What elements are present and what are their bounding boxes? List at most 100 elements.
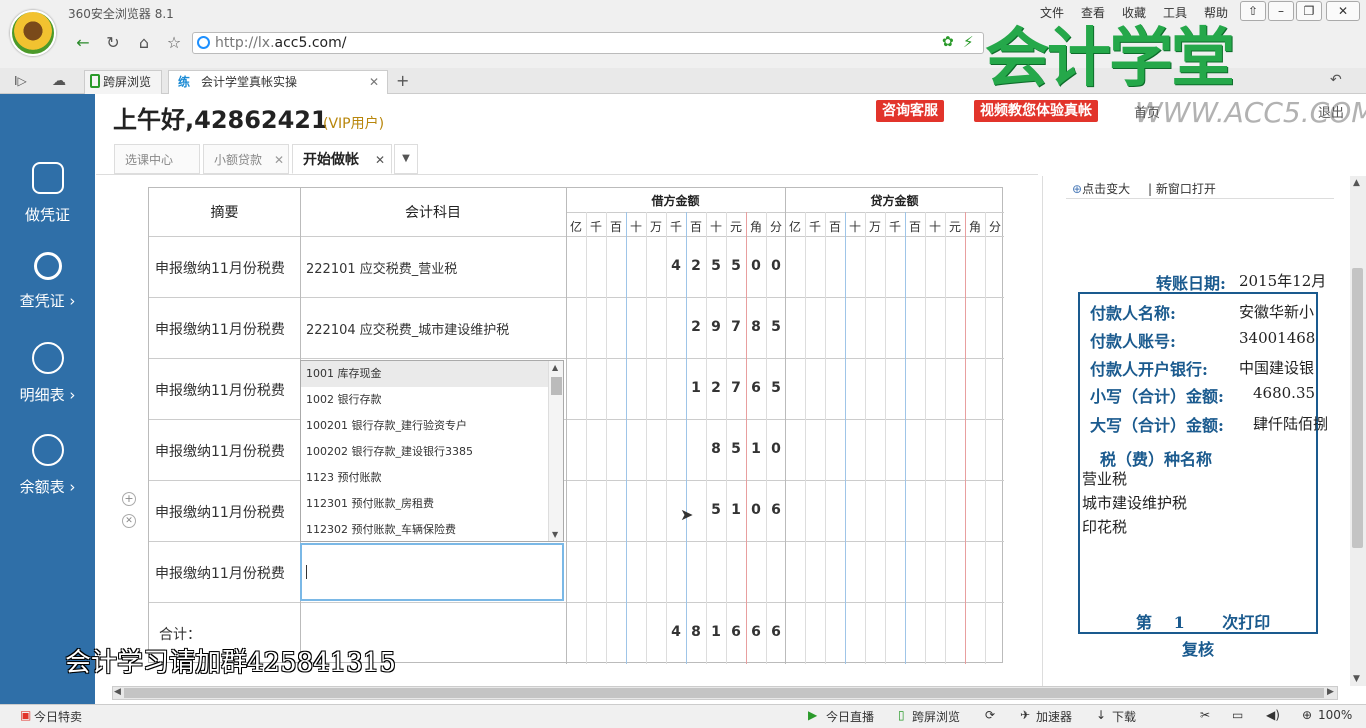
debit-digit: 4 — [671, 258, 681, 274]
credit-digit-header: 万 — [868, 220, 881, 234]
horizontal-scroll-thumb[interactable] — [124, 688, 1324, 698]
sidebar-label: 余额表 › — [19, 478, 76, 496]
dropdown-option[interactable]: 112301 预付账款_房租费 — [301, 491, 563, 517]
cloud-icon[interactable]: ☁ — [52, 73, 66, 89]
refresh-icon[interactable]: ↻ — [102, 34, 124, 52]
dropdown-option[interactable]: 100201 银行存款_建行验资专户 — [301, 413, 563, 439]
big-total-label: 大写（合计）金额: — [1090, 416, 1224, 435]
pin-icon[interactable]: ⇧ — [1240, 1, 1266, 21]
new-tab-button[interactable]: + — [396, 71, 409, 90]
phone-icon: ▯ — [898, 708, 905, 722]
sidebar-label: 做凭证 — [24, 206, 70, 224]
dropdown-option[interactable]: 1002 银行存款 — [301, 387, 563, 413]
row-subject[interactable]: 222104 应交税费_城市建设维护税 — [306, 319, 509, 338]
sidebar-item-detail-ledger[interactable]: 明细表 › — [0, 338, 95, 418]
live-link[interactable]: 今日直播 — [826, 708, 874, 725]
row-summary[interactable]: 申报缴纳11月份税费 — [155, 563, 285, 583]
receipt-preview: 转账日期: 2015年12月 付款人名称: 安徽华新小 付款人账号: 34001… — [1066, 200, 1334, 686]
tab-close-icon[interactable]: ✕ — [369, 71, 379, 93]
debit-digit: 2 — [711, 380, 721, 396]
row-summary[interactable]: 申报缴纳11月份税费 — [155, 258, 285, 278]
app-title: 360安全浏览器 8.1 — [68, 7, 174, 21]
account-dropdown[interactable]: 1001 库存现金 1002 银行存款 100201 银行存款_建行验资专户 1002… — [300, 360, 564, 542]
maximize-button[interactable]: ❐ — [1296, 1, 1322, 21]
scroll-down-icon[interactable]: ▼ — [1353, 674, 1360, 684]
menu-file[interactable]: 文件 — [1040, 4, 1064, 21]
screenshot-icon[interactable]: ✂ — [1200, 708, 1210, 722]
add-row-icon[interactable]: + — [122, 492, 136, 506]
tab-close-icon[interactable]: ✕ — [274, 145, 284, 175]
tab-course-center[interactable]: 选课中心 — [114, 144, 200, 174]
row-summary[interactable]: 申报缴纳11月份税费 — [155, 380, 285, 400]
dropdown-option[interactable]: 112302 预付账款_车辆保险费 — [301, 517, 563, 541]
sidebar-item-balance-sheet[interactable]: 余额表 › — [0, 430, 95, 510]
small-total-label: 小写（合计）金额: — [1090, 387, 1224, 406]
scroll-left-icon[interactable]: ◀ — [114, 687, 121, 697]
dropdown-scroll-thumb[interactable] — [551, 377, 562, 395]
new-window-link[interactable]: | 新窗口打开 — [1148, 180, 1216, 197]
remove-row-icon[interactable]: ✕ — [122, 514, 136, 528]
menu-favorites[interactable]: 收藏 — [1122, 4, 1146, 21]
row-summary[interactable]: 申报缴纳11月份税费 — [155, 319, 285, 339]
security-icon[interactable]: ✿ — [942, 34, 954, 50]
row-summary[interactable]: 申报缴纳11月份税费 — [155, 502, 285, 522]
tab-close-icon[interactable]: ✕ — [375, 145, 385, 175]
scroll-up-icon[interactable]: ▲ — [1353, 178, 1360, 188]
minimize-button[interactable]: – — [1268, 1, 1294, 21]
total-debit-digit: 4 — [671, 624, 681, 640]
daily-deal-link[interactable]: 今日特卖 — [34, 708, 82, 725]
debit-digit-header: 千 — [589, 220, 602, 234]
row-summary[interactable]: 申报缴纳11月份税费 — [155, 441, 285, 461]
tab-label: 跨屏浏览 — [103, 75, 152, 89]
menu-tools[interactable]: 工具 — [1163, 4, 1187, 21]
scroll-down-icon[interactable]: ▼ — [552, 530, 558, 539]
customer-service-button[interactable]: 咨询客服 — [876, 100, 944, 122]
address-input[interactable]: http://lx.acc5.com/ — [192, 32, 984, 54]
row-line — [149, 297, 1004, 298]
menu-view[interactable]: 查看 — [1081, 4, 1105, 21]
cross-screen-link[interactable]: 跨屏浏览 — [912, 708, 960, 725]
digit-line — [985, 212, 986, 664]
home-link[interactable]: 首页 — [1134, 102, 1160, 121]
tab-start-accounting[interactable]: 开始做帐 ✕ — [292, 144, 392, 174]
home-icon[interactable]: ⌂ — [133, 34, 155, 52]
undo-close-icon[interactable]: ↶ — [1330, 72, 1342, 88]
window-icon[interactable]: ▭ — [1232, 708, 1243, 722]
tab-more-dropdown[interactable]: ▼ — [394, 144, 418, 174]
logout-link[interactable]: 退出 — [1318, 102, 1344, 121]
scroll-right-icon[interactable]: ▶ — [1327, 687, 1334, 697]
star-icon[interactable]: ☆ — [163, 34, 185, 52]
clean-icon[interactable]: ⟳ — [985, 708, 995, 722]
zoom-level[interactable]: 100% — [1318, 708, 1352, 722]
dropdown-option[interactable]: 100202 银行存款_建设银行3385 — [301, 439, 563, 465]
scroll-up-icon[interactable]: ▲ — [552, 363, 558, 372]
tab-small-loan[interactable]: 小额贷款 ✕ — [203, 144, 289, 174]
menu-help[interactable]: 帮助 — [1204, 4, 1228, 21]
gift-icon: ▣ — [20, 708, 32, 722]
accelerator-link[interactable]: 加速器 — [1036, 708, 1072, 725]
row-subject[interactable]: 222101 应交税费_营业税 — [306, 258, 457, 277]
tab-acc5[interactable]: 会计学堂真帐实操 ✕ — [168, 70, 388, 94]
dropdown-option[interactable]: 1123 预付账款 — [301, 465, 563, 491]
credit-digit-header: 分 — [988, 220, 1001, 234]
debit-digit: 1 — [731, 502, 741, 518]
debit-digit-header: 十 — [709, 220, 722, 234]
video-tutorial-button[interactable]: 视频教您体验真帐 — [974, 100, 1098, 122]
zoom-button[interactable]: ⊕点击变大 — [1072, 180, 1130, 197]
speed-icon[interactable]: ⚡ — [963, 33, 974, 51]
sidebar-toggle-icon[interactable]: I▷ — [14, 74, 27, 88]
page-scroll-thumb[interactable] — [1352, 268, 1363, 548]
download-link[interactable]: 下载 — [1112, 708, 1136, 725]
status-bar — [0, 704, 1366, 728]
search-icon — [33, 252, 62, 280]
dropdown-scrollbar[interactable]: ▲ ▼ — [548, 361, 563, 541]
header-subject: 会计科目 — [405, 205, 461, 221]
sidebar-item-make-voucher[interactable]: 做凭证 — [0, 158, 95, 238]
close-window-button[interactable]: ✕ — [1326, 1, 1360, 21]
sidebar-item-query-voucher[interactable]: 查凭证 › — [0, 248, 95, 328]
debit-digit: 6 — [751, 380, 761, 396]
dropdown-option[interactable]: 1001 库存现金 — [301, 361, 563, 387]
speaker-icon[interactable]: ◀) — [1266, 708, 1280, 722]
subject-input[interactable] — [300, 543, 564, 601]
back-icon[interactable]: ← — [72, 34, 94, 52]
